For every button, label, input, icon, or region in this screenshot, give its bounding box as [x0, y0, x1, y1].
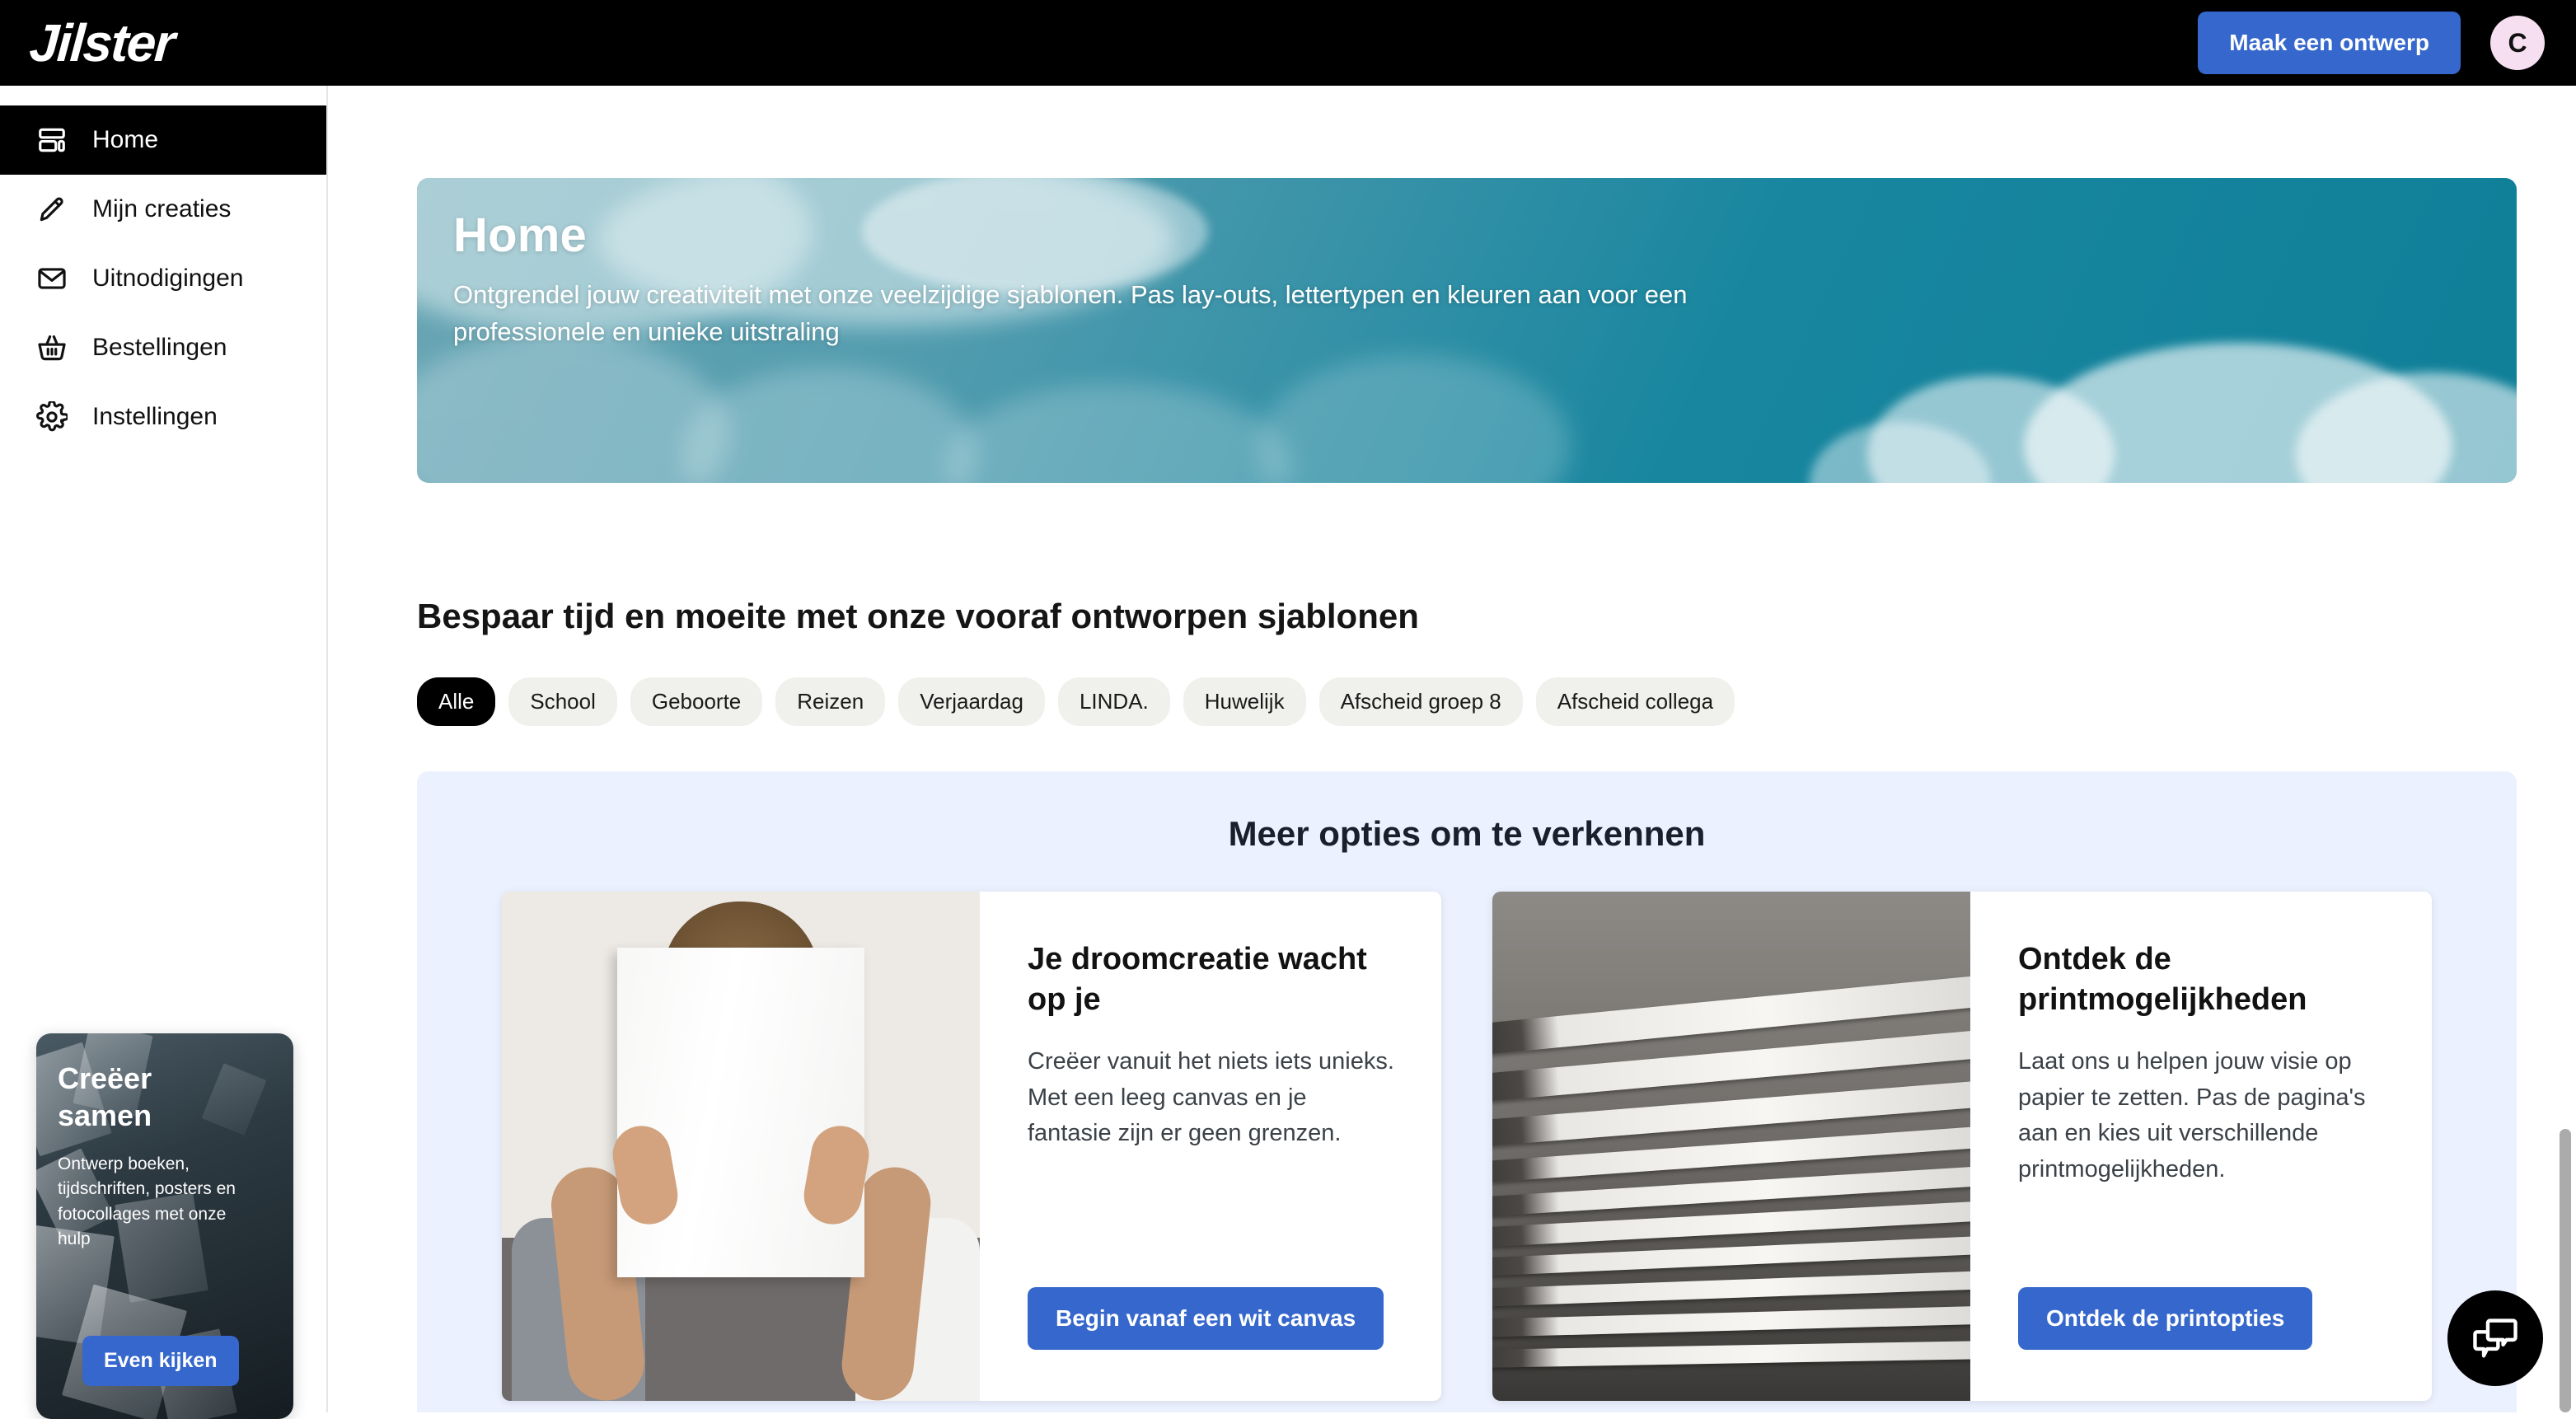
promo-button[interactable]: Even kijken: [82, 1336, 239, 1386]
template-filter-chips: Alle School Geboorte Reizen Verjaardag L…: [417, 677, 1735, 726]
hero-subtitle: Ontgrendel jouw creativiteit met onze ve…: [453, 277, 1739, 351]
jilster-logo[interactable]: Jilster: [28, 16, 176, 69]
top-bar: Jilster Maak een ontwerp C: [0, 0, 2576, 86]
promo-title: Creëer samen: [58, 1060, 173, 1134]
gear-icon: [36, 401, 68, 433]
sidebar-item-uitnodigingen[interactable]: Uitnodigingen: [0, 244, 326, 313]
start-blank-canvas-button[interactable]: Begin vanaf een wit canvas: [1028, 1287, 1384, 1350]
discover-print-options-button[interactable]: Ontdek de printopties: [2018, 1287, 2312, 1350]
card-title: Je droomcreatie wacht op je: [1028, 939, 1395, 1019]
explore-panel: Meer opties om te verkennen: [417, 771, 2517, 1412]
card-body: Ontdek de printmogelijkheden Laat ons u …: [1970, 892, 2432, 1401]
card-description: Laat ons u helpen jouw visie op papier t…: [2018, 1044, 2386, 1187]
dashboard-icon: [36, 124, 68, 156]
sidebar-top-spacer: [0, 86, 326, 105]
filter-chip-huwelijk[interactable]: Huwelijk: [1183, 677, 1306, 726]
pencil-icon: [36, 194, 68, 225]
filter-chip-reizen[interactable]: Reizen: [775, 677, 885, 726]
card-image-person-holding-blank-book: [502, 892, 980, 1401]
sidebar-item-label: Home: [92, 126, 158, 154]
card-description: Creëer vanuit het niets iets unieks. Met…: [1028, 1044, 1395, 1152]
sidebar: Home Mijn creaties Uitnodigingen: [0, 86, 328, 1412]
explore-card-blank-canvas[interactable]: Je droomcreatie wacht op je Creëer vanui…: [502, 892, 1441, 1401]
page-scrollbar[interactable]: [2555, 86, 2576, 1412]
explore-card-print-options[interactable]: Ontdek de printmogelijkheden Laat ons u …: [1492, 892, 2432, 1401]
sidebar-item-bestellingen[interactable]: Bestellingen: [0, 313, 326, 382]
hero-banner: Home Ontgrendel jouw creativiteit met on…: [417, 178, 2517, 483]
card-image-stack-of-magazines: [1492, 892, 1970, 1401]
basket-icon: [36, 332, 68, 363]
chat-widget-button[interactable]: [2447, 1290, 2543, 1386]
sidebar-item-home[interactable]: Home: [0, 105, 326, 175]
filter-chip-alle[interactable]: Alle: [417, 677, 495, 726]
sidebar-item-label: Uitnodigingen: [92, 265, 243, 293]
hero-text: Home Ontgrendel jouw creativiteit met on…: [453, 209, 1739, 351]
sidebar-item-label: Instellingen: [92, 403, 218, 431]
card-body: Je droomcreatie wacht op je Creëer vanui…: [980, 892, 1441, 1401]
explore-title: Meer opties om te verkennen: [417, 771, 2517, 854]
sidebar-item-label: Bestellingen: [92, 334, 227, 362]
filter-chip-school[interactable]: School: [508, 677, 617, 726]
filter-chip-geboorte[interactable]: Geboorte: [630, 677, 762, 726]
templates-heading: Bespaar tijd en moeite met onze vooraf o…: [417, 597, 1419, 636]
filter-chip-verjaardag[interactable]: Verjaardag: [898, 677, 1045, 726]
filter-chip-linda[interactable]: LINDA.: [1058, 677, 1170, 726]
sidebar-item-instellingen[interactable]: Instellingen: [0, 382, 326, 452]
sidebar-item-label: Mijn creaties: [92, 195, 231, 223]
topbar-actions: Maak een ontwerp C: [2198, 12, 2545, 74]
promo-content: Creëer samen Ontwerp boeken, tijdschrift…: [36, 1033, 293, 1419]
filter-chip-afscheid-groep-8[interactable]: Afscheid groep 8: [1319, 677, 1523, 726]
card-title: Ontdek de printmogelijkheden: [2018, 939, 2386, 1019]
explore-cards: Je droomcreatie wacht op je Creëer vanui…: [417, 892, 2517, 1401]
envelope-icon: [36, 263, 68, 294]
filter-chip-afscheid-collega[interactable]: Afscheid collega: [1536, 677, 1735, 726]
avatar[interactable]: C: [2490, 16, 2545, 70]
promo-description: Ontwerp boeken, tijdschriften, posters e…: [58, 1152, 254, 1253]
chat-bubbles-icon: [2470, 1311, 2521, 1366]
create-design-button[interactable]: Maak een ontwerp: [2198, 12, 2461, 74]
sidebar-promo-card[interactable]: Creëer samen Ontwerp boeken, tijdschrift…: [36, 1033, 293, 1419]
page-title: Home: [453, 209, 1739, 262]
main-content: Home Ontgrendel jouw creativiteit met on…: [328, 86, 2576, 1412]
sidebar-item-mijn-creaties[interactable]: Mijn creaties: [0, 175, 326, 244]
scrollbar-thumb[interactable]: [2560, 1129, 2571, 1412]
